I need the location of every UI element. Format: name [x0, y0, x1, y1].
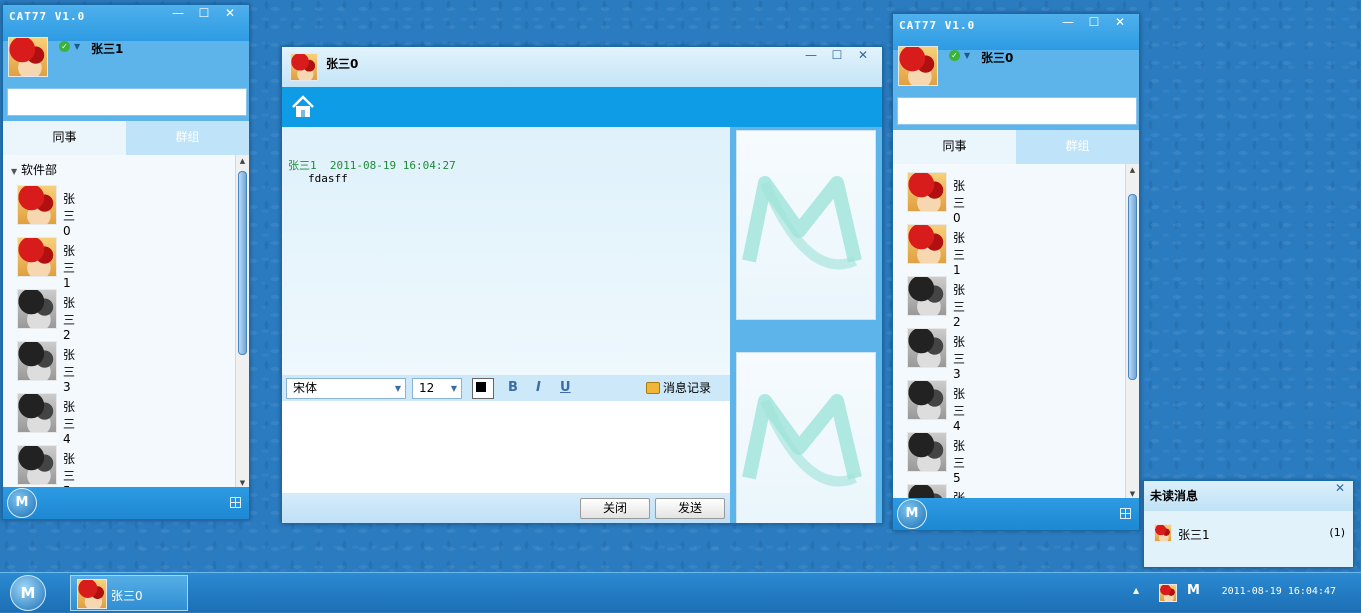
left-contact-window: CAT77 V1.0 — ☐ ✕ ✓ ▼ 张三1 同事 群组 ▼ 软件部 张三0…: [2, 4, 250, 520]
status-online-icon[interactable]: ✓: [949, 50, 960, 61]
message-input[interactable]: [282, 401, 730, 493]
group-label: 软件部: [20, 163, 57, 177]
user-name: 张三1: [91, 42, 124, 56]
message-history: 张三1 2011-08-19 16:04:27 fdasff: [282, 127, 730, 375]
user-name: 张三0: [981, 51, 1014, 65]
italic-button[interactable]: I: [536, 380, 541, 395]
history-icon: [646, 382, 660, 394]
right-contact-window: CAT77 V1.0 — ☐ ✕ ✓ ▼ 张三0 同事 群组 张三0 张三1 张…: [892, 13, 1140, 531]
user-avatar[interactable]: [898, 46, 938, 86]
tab-colleagues[interactable]: 同事: [3, 121, 126, 155]
user-avatar[interactable]: [8, 37, 48, 77]
cat-logo-icon[interactable]: M: [897, 499, 927, 529]
message-text: fdasff: [308, 172, 348, 185]
unread-item-name[interactable]: 张三1: [1178, 526, 1210, 543]
history-button[interactable]: 消息记录: [646, 379, 711, 396]
font-color-button[interactable]: [472, 378, 494, 399]
scroll-up-icon[interactable]: ▲: [236, 155, 249, 167]
contact-tabs: 同事 群组: [893, 130, 1139, 164]
taskbar: M 张三0 ▲ M 2011-08-19 16:04:47: [0, 572, 1361, 612]
task-label: 张三0: [111, 589, 143, 603]
chevron-down-icon: ▼: [450, 384, 457, 393]
chat-title: 张三0: [326, 57, 359, 71]
start-button[interactable]: M: [10, 575, 46, 611]
app-title: CAT77 V1.0: [9, 10, 86, 23]
format-toolbar: 宋体 ▼ 12 ▼ B I U 消息记录: [282, 375, 730, 401]
tray-expand-icon[interactable]: ▲: [1133, 586, 1139, 595]
chevron-down-icon: ▼: [394, 384, 401, 393]
message-header: 张三1 2011-08-19 16:04:27: [288, 157, 456, 173]
scroll-up-icon[interactable]: ▲: [1126, 164, 1139, 176]
maximize-icon[interactable]: ☐: [1081, 14, 1107, 32]
tab-colleagues[interactable]: 同事: [893, 130, 1016, 164]
font-family-select[interactable]: 宋体 ▼: [286, 378, 406, 399]
close-icon[interactable]: ✕: [1335, 481, 1345, 495]
left-titlebar[interactable]: CAT77 V1.0 — ☐ ✕: [3, 5, 249, 41]
send-button[interactable]: 发送: [655, 498, 725, 519]
scroll-thumb[interactable]: [238, 171, 247, 355]
maximize-icon[interactable]: ☐: [191, 5, 217, 23]
cat-logo-icon: [742, 394, 862, 487]
cat-logo-icon[interactable]: M: [7, 488, 37, 518]
system-tray: ▲ M 2011-08-19 16:04:47: [1131, 573, 1361, 613]
minimize-icon[interactable]: —: [165, 5, 191, 23]
close-icon[interactable]: ✕: [1107, 14, 1133, 32]
font-size-select[interactable]: 12 ▼: [412, 378, 462, 399]
unread-title: 未读消息: [1144, 481, 1353, 511]
contact-picture-panel: [736, 130, 876, 320]
unread-avatar: [1154, 524, 1172, 542]
tab-groups[interactable]: 群组: [1016, 130, 1139, 164]
cat-logo-icon[interactable]: M: [1187, 583, 1200, 598]
contact-tabs: 同事 群组: [3, 121, 249, 155]
chat-titlebar[interactable]: 张三0 — ☐ ✕: [282, 47, 882, 87]
contact-list: ▼ 软件部 张三0 张三1 张三2 张三3 张三4 张三5: [3, 155, 235, 489]
left-bottombar: M: [3, 487, 249, 519]
cat-logo-icon: [742, 176, 862, 270]
grid-icon[interactable]: [1120, 508, 1131, 519]
close-icon[interactable]: ✕: [217, 5, 243, 23]
minimize-icon[interactable]: —: [798, 47, 824, 65]
clock: 2011-08-19 16:04:47: [1221, 586, 1336, 597]
close-icon[interactable]: ✕: [850, 47, 876, 65]
scroll-thumb[interactable]: [1128, 194, 1137, 380]
task-avatar: [77, 579, 107, 609]
self-picture-panel: [736, 352, 876, 523]
unread-messages-popup: 未读消息 ✕ 张三1 (1): [1143, 480, 1354, 568]
taskbar-item-chat[interactable]: 张三0: [70, 575, 188, 611]
chat-window: 张三0 — ☐ ✕ 张三1 2011-08-19 16:04:27 fdasff…: [281, 46, 883, 524]
group-header[interactable]: ▼ 软件部: [11, 161, 57, 178]
contact-scrollbar[interactable]: ▲ ▼: [1125, 164, 1139, 500]
grid-icon[interactable]: [230, 497, 241, 508]
right-titlebar[interactable]: CAT77 V1.0 — ☐ ✕: [893, 14, 1139, 50]
contact-scrollbar[interactable]: ▲ ▼: [235, 155, 249, 489]
unread-item-count: (1): [1329, 526, 1345, 539]
search-input[interactable]: [897, 97, 1137, 125]
close-button[interactable]: 关闭: [580, 498, 650, 519]
status-online-icon[interactable]: ✓: [59, 41, 70, 52]
message-time: 2011-08-19 16:04:27: [329, 159, 456, 172]
app-title: CAT77 V1.0: [899, 19, 976, 32]
chevron-down-icon: ▼: [11, 167, 18, 176]
bold-button[interactable]: B: [508, 380, 518, 395]
status-dropdown-icon[interactable]: ▼: [74, 42, 80, 51]
status-dropdown-icon[interactable]: ▼: [964, 51, 970, 60]
underline-button[interactable]: U: [560, 380, 571, 395]
search-input[interactable]: [7, 88, 247, 116]
chat-avatar: [290, 53, 318, 81]
home-icon[interactable]: [290, 94, 316, 120]
chat-button-bar: 关闭 发送: [282, 493, 730, 523]
maximize-icon[interactable]: ☐: [824, 47, 850, 65]
chat-toolbar: [282, 87, 882, 127]
message-sender: 张三1: [288, 159, 317, 172]
tab-groups[interactable]: 群组: [126, 121, 249, 155]
minimize-icon[interactable]: —: [1055, 14, 1081, 32]
tray-avatar-icon[interactable]: [1159, 584, 1177, 602]
contact-list: 张三0 张三1 张三2 张三3 张三4 张三5 张三6: [893, 164, 1125, 500]
right-bottombar: M: [893, 498, 1139, 530]
